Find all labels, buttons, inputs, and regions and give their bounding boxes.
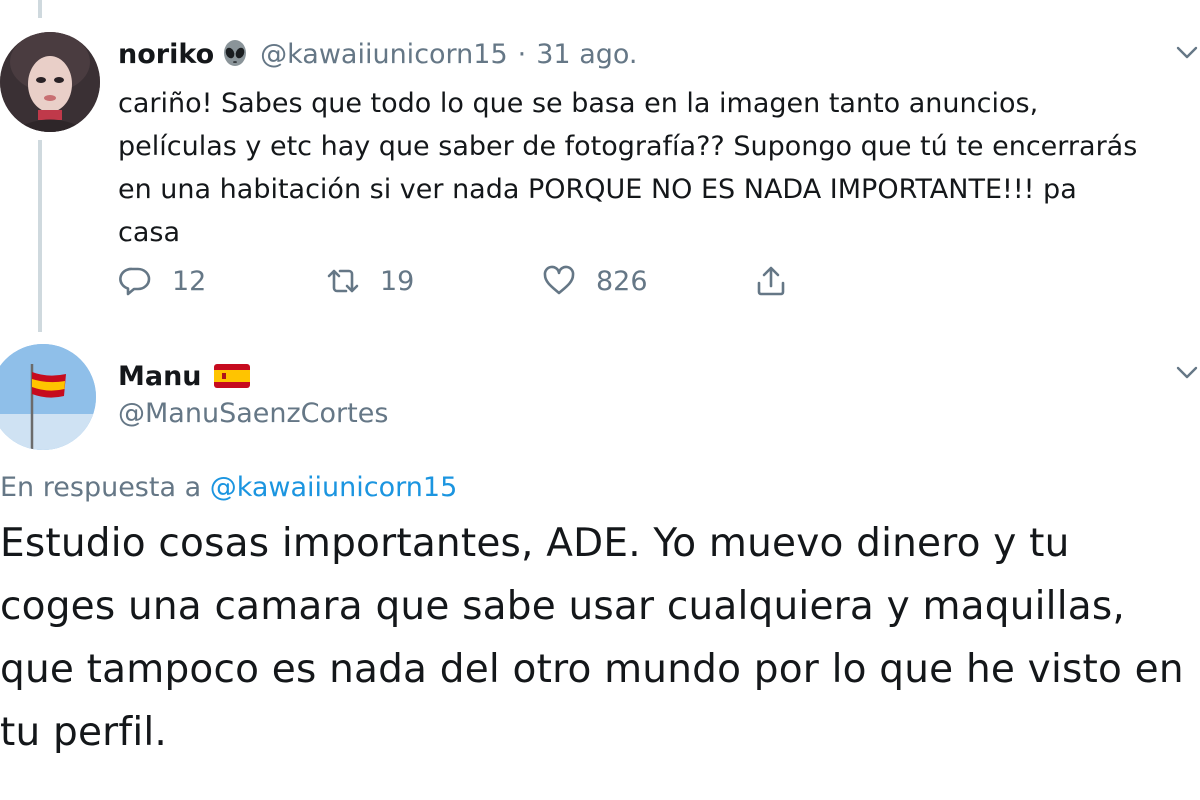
avatar-noriko[interactable] [0, 32, 100, 132]
like-button[interactable]: 826 [542, 256, 648, 306]
tweet2-handle[interactable]: @ManuSaenzCortes [118, 398, 388, 429]
retweet-count: 19 [380, 265, 415, 297]
share-icon [757, 266, 785, 296]
tweet1-author-name[interactable]: noriko [118, 39, 214, 70]
avatar-manu[interactable] [0, 344, 96, 450]
tweet2-name-row: Manu [118, 356, 250, 396]
alien-icon [220, 39, 250, 69]
tweet-thread-screenshot: noriko @kawaiiunicorn15 · 31 ago. cariño… [0, 0, 1200, 800]
tweet1-actions: 12 19 826 [118, 256, 818, 306]
thread-line [38, 140, 42, 332]
tweet1-date[interactable]: 31 ago. [536, 39, 637, 70]
tweet1-separator: · [517, 38, 527, 70]
tweet1-handle[interactable]: @kawaiiunicorn15 [260, 39, 508, 70]
reply-prefix: En respuesta a [0, 472, 210, 503]
heart-icon [543, 265, 575, 295]
spain-flag-icon [213, 364, 250, 388]
tweet1-chevron-down-icon[interactable] [1176, 46, 1198, 60]
tweet2-chevron-down-icon[interactable] [1176, 366, 1198, 380]
reply-mention-link[interactable]: @kawaiiunicorn15 [210, 472, 458, 503]
like-count: 826 [596, 265, 648, 297]
reply-count: 12 [172, 265, 207, 297]
tweet2-author-name[interactable]: Manu [118, 361, 202, 392]
tweet1-header: noriko @kawaiiunicorn15 · 31 ago. [118, 34, 638, 74]
tweet1-text: cariño! Sabes que todo lo que se basa en… [118, 88, 1138, 248]
share-button[interactable] [754, 256, 788, 306]
retweet-icon [327, 269, 359, 293]
reply-context: En respuesta a @kawaiiunicorn15 [0, 472, 457, 503]
thread-line-top [38, 0, 42, 18]
tweet2-text: Estudio cosas importantes, ADE. Yo muevo… [0, 521, 1184, 755]
retweet-button[interactable]: 19 [326, 256, 414, 306]
reply-icon [119, 267, 151, 296]
reply-button[interactable]: 12 [118, 256, 206, 306]
